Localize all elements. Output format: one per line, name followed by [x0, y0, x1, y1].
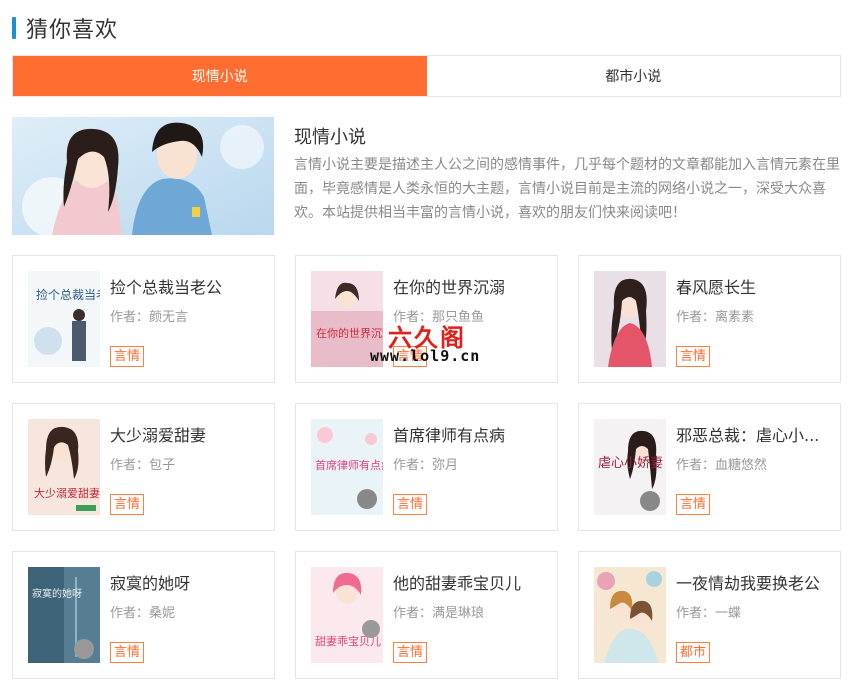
book-card[interactable]: 首席律师有点病 首席律师有点病 作者：弥月 言情 — [295, 403, 558, 531]
book-title[interactable]: 邪恶总裁：虐心小... — [676, 422, 836, 446]
book-cover[interactable]: 甜妻乖宝贝儿 — [311, 567, 383, 663]
book-cover[interactable] — [594, 271, 666, 367]
book-card[interactable]: 捡个总裁当老公 捡个总裁当老公 作者：颜无言 言情 — [12, 255, 275, 383]
section-header: 猜你喜欢 — [12, 14, 119, 43]
book-genre-tag[interactable]: 言情 — [110, 346, 145, 367]
book-author: 作者：满是琳琅 — [393, 606, 485, 621]
book-title[interactable]: 捡个总裁当老公 — [110, 274, 270, 298]
book-cover[interactable]: 寂寞的她呀 — [28, 567, 100, 663]
book-genre-tag[interactable]: 言情 — [110, 494, 145, 515]
title-accent-bar — [12, 17, 16, 39]
book-cover[interactable]: 在你的世界沉溺 — [311, 271, 383, 367]
book-genre-tag[interactable]: 言情 — [393, 494, 428, 515]
book-genre-tag[interactable]: 言情 — [676, 494, 711, 515]
book-author: 作者：一蝶 — [676, 606, 742, 621]
book-cover[interactable] — [594, 567, 666, 663]
book-genre-tag[interactable]: 言情 — [676, 346, 711, 367]
book-cover[interactable]: 捡个总裁当老公 — [28, 271, 100, 367]
book-author: 作者：包子 — [110, 458, 176, 473]
book-card[interactable]: 甜妻乖宝贝儿 他的甜妻乖宝贝儿 作者：满是琳琅 言情 — [295, 551, 558, 679]
cover-text: 虐心小娇妻 — [598, 455, 663, 471]
book-card[interactable]: 大少溺爱甜妻 大少溺爱甜妻 作者：包子 言情 — [12, 403, 275, 531]
book-cover[interactable]: 大少溺爱甜妻 — [28, 419, 100, 515]
book-card[interactable]: 一夜情劫我要换老公 作者：一蝶 都市 — [578, 551, 841, 679]
tab-romance[interactable]: 现情小说 — [13, 56, 427, 96]
book-genre-tag[interactable]: 言情 — [110, 642, 145, 663]
book-author: 作者：那只鱼鱼 — [393, 310, 485, 325]
book-title[interactable]: 一夜情劫我要换老公 — [676, 570, 836, 594]
category-tabs: 现情小说 都市小说 — [12, 55, 841, 97]
book-card[interactable]: 在你的世界沉溺 在你的世界沉溺 作者：那只鱼鱼 言情 — [295, 255, 558, 383]
book-author: 作者：血糖悠然 — [676, 458, 768, 473]
tab-urban[interactable]: 都市小说 — [426, 56, 840, 96]
book-title[interactable]: 大少溺爱甜妻 — [110, 422, 270, 446]
book-cover[interactable]: 首席律师有点病 — [311, 419, 383, 515]
book-card[interactable]: 春风愿长生 作者：离素素 言情 — [578, 255, 841, 383]
feature-description: 言情小说主要是描述主人公之间的感情事件，几乎每个题材的文章都能加入言情元素在里面… — [294, 157, 840, 221]
book-author: 作者：弥月 — [393, 458, 459, 473]
book-author: 作者：离素素 — [676, 310, 755, 325]
feature-title[interactable]: 现情小说 — [294, 123, 366, 149]
book-author: 作者：颜无言 — [110, 310, 189, 325]
cover-text: 在你的世界沉溺 — [316, 326, 383, 340]
section-title: 猜你喜欢 — [26, 18, 119, 43]
book-genre-tag[interactable]: 言情 — [393, 642, 428, 663]
book-cover[interactable]: 虐心小娇妻 — [594, 419, 666, 515]
feature-banner-image[interactable] — [12, 117, 274, 235]
category-feature: 现情小说 言情小说主要是描述主人公之间的感情事件，几乎每个题材的文章都能加入言情… — [12, 117, 841, 235]
book-title[interactable]: 在你的世界沉溺 — [393, 274, 553, 298]
book-genre-tag[interactable]: 都市 — [676, 642, 711, 663]
book-genre-tag[interactable]: 言情 — [393, 346, 428, 367]
book-title[interactable]: 寂寞的她呀 — [110, 570, 270, 594]
book-title[interactable]: 春风愿长生 — [676, 274, 836, 298]
book-title[interactable]: 首席律师有点病 — [393, 422, 553, 446]
cover-text: 寂寞的她呀 — [32, 587, 82, 600]
book-title[interactable]: 他的甜妻乖宝贝儿 — [393, 570, 553, 594]
cover-text: 首席律师有点病 — [315, 458, 383, 472]
cover-text: 捡个总裁当老公 — [36, 287, 100, 302]
cover-text: 大少溺爱甜妻 — [34, 486, 100, 500]
book-card[interactable]: 虐心小娇妻 邪恶总裁：虐心小... 作者：血糖悠然 言情 — [578, 403, 841, 531]
book-author: 作者：桑妮 — [110, 606, 176, 621]
book-card[interactable]: 寂寞的她呀 寂寞的她呀 作者：桑妮 言情 — [12, 551, 275, 679]
